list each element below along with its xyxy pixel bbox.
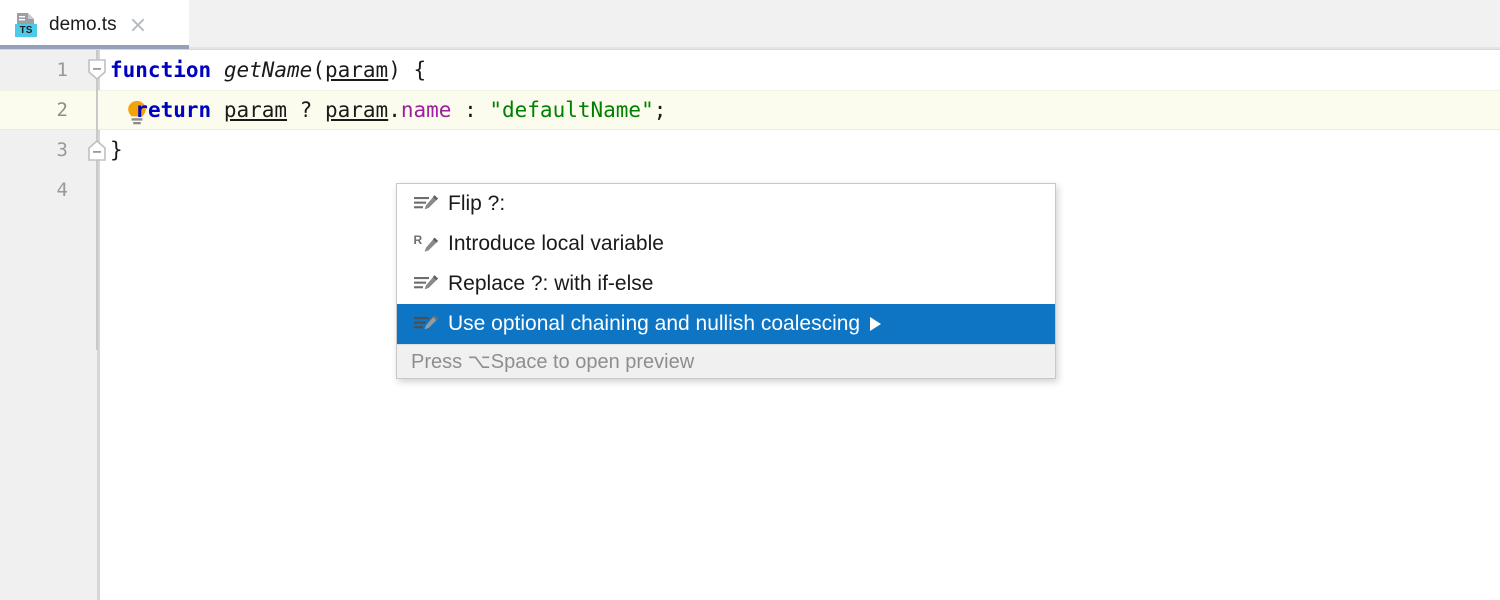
code-token: function [110,58,211,82]
active-tab-underline [0,45,189,49]
line-number-3: 3 [0,130,68,170]
code-token: ; [654,98,667,122]
code-token: getName [224,58,313,82]
menu-item-introduce-local-variable[interactable]: R Introduce local variable [397,224,1055,264]
code-token [211,58,224,82]
code-token: ) { [388,58,426,82]
menu-item-label: Flip ?: [448,192,505,216]
code-folding-rail [96,50,98,350]
intention-actions-popup[interactable]: Flip ?: R Introduce local variable [396,183,1056,379]
code-line-2: return param ? param.name : "defaultName… [110,90,666,130]
popup-footer-hint: Press ⌥Space to open preview [397,344,1055,378]
code-token: . [388,98,401,122]
editor-tab-bar: TS demo.ts [0,0,1500,50]
menu-item-flip-ternary[interactable]: Flip ?: [397,184,1055,224]
tab-bar-bottom-strip [189,47,1500,49]
code-token: : [451,98,489,122]
menu-item-use-optional-chaining[interactable]: Use optional chaining and nullish coales… [397,304,1055,344]
code-token: param [325,58,388,82]
svg-text:R: R [414,233,423,247]
typescript-file-icon: TS [14,11,38,39]
code-token: return [135,98,211,122]
menu-item-label: Use optional chaining and nullish coales… [448,312,860,336]
code-line-3: } [110,130,123,170]
tab-title: demo.ts [49,14,117,36]
fold-collapse-icon-line-3[interactable] [87,139,107,161]
code-token: ( [312,58,325,82]
code-token [211,98,224,122]
code-line-1: function getName(param) { [110,50,426,90]
line-number-4: 4 [0,170,68,210]
editor-tab-demo-ts[interactable]: TS demo.ts [0,0,189,49]
code-token: param [224,98,287,122]
code-token: name [401,98,452,122]
intention-action-icon [413,192,441,216]
preview-hint-text: Press ⌥Space to open preview [411,349,694,374]
code-token: ? [287,98,325,122]
line-number-2: 2 [0,90,68,130]
menu-item-label: Replace ?: with if-else [448,272,653,296]
line-number-1: 1 [0,50,68,90]
code-token: param [325,98,388,122]
typescript-badge: TS [15,24,37,37]
code-token [110,98,135,122]
fold-collapse-icon-line-1[interactable] [87,59,107,81]
close-icon[interactable] [127,14,149,36]
intention-action-icon [413,272,441,296]
refactor-action-icon: R [413,232,441,256]
intention-action-icon [413,312,441,336]
code-token: } [110,138,123,162]
submenu-arrow-icon[interactable] [870,317,881,331]
menu-item-replace-ternary-with-if-else[interactable]: Replace ?: with if-else [397,264,1055,304]
code-editor[interactable]: 1 2 3 4 function getName(param) { return… [0,50,1500,600]
ide-editor-window: TS demo.ts [0,0,1500,600]
code-token: "defaultName" [489,98,653,122]
menu-item-label: Introduce local variable [448,232,664,256]
